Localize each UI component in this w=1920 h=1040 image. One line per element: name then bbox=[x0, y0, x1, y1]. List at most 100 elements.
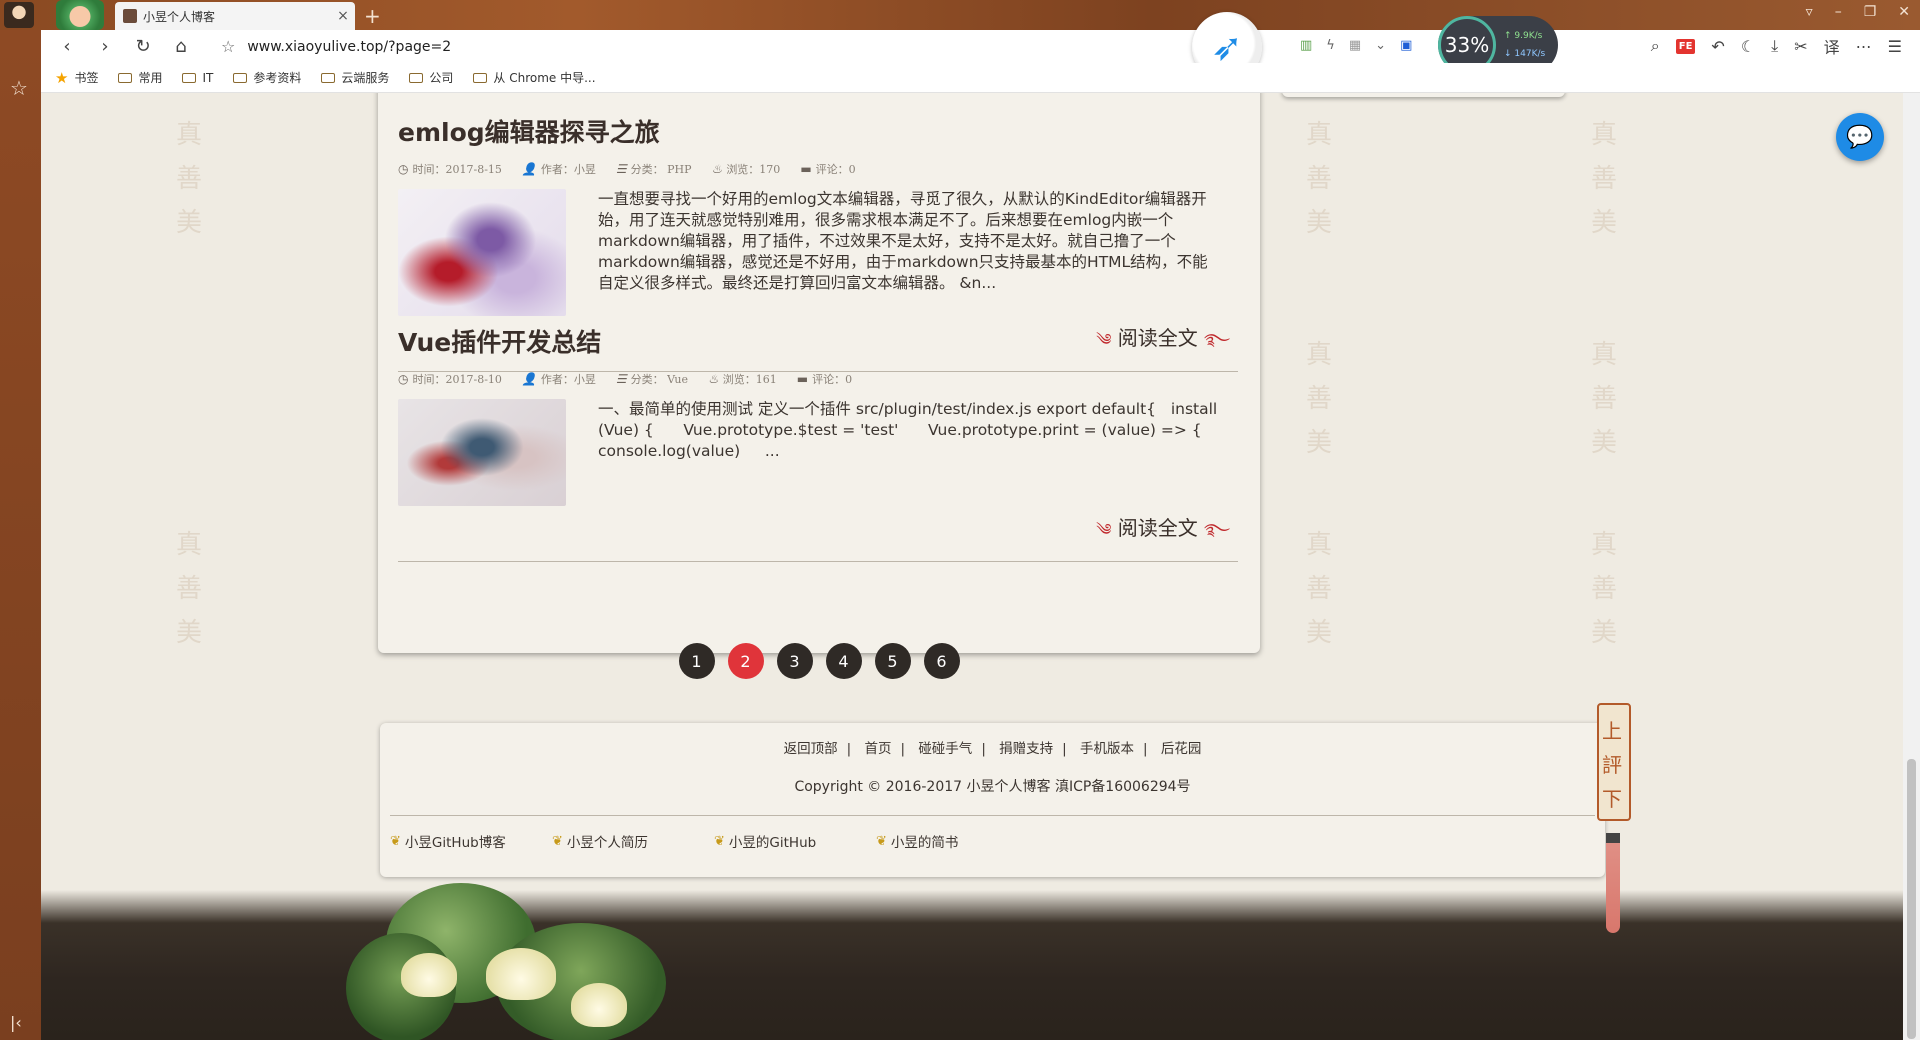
translate-icon[interactable]: 译 bbox=[1824, 34, 1840, 58]
download-icon[interactable]: ⤓ bbox=[1771, 36, 1778, 56]
ornament-left-icon: ༄ bbox=[1096, 520, 1112, 539]
bookmark-folder[interactable]: 参考资料 bbox=[233, 69, 301, 86]
grid-extension-icon[interactable]: ▦ bbox=[1349, 38, 1361, 53]
article-excerpt: 一、最简单的使用测试 定义一个插件 src/plugin/test/index.… bbox=[598, 400, 1251, 460]
friend-link[interactable]: ❦ 小昱的GitHub bbox=[714, 831, 838, 852]
bookmark-folder[interactable]: 从 Chrome 中导... bbox=[473, 69, 596, 86]
bookmark-folder[interactable]: 常用 bbox=[118, 69, 162, 86]
bookmark-star-icon[interactable]: ☆ bbox=[221, 37, 235, 56]
footer-divider bbox=[390, 815, 1595, 816]
meta-comments-text: 评论：0 bbox=[812, 373, 853, 386]
skin-avatar[interactable] bbox=[56, 0, 104, 30]
page-scrollbar[interactable] bbox=[1903, 93, 1920, 1040]
menu-icon[interactable]: ☰ bbox=[1888, 37, 1902, 56]
watermark-char: 善 bbox=[1591, 384, 1618, 414]
meta-comments: ▬ 评论：0 bbox=[797, 371, 852, 387]
folder-icon bbox=[233, 72, 248, 83]
page-button-6[interactable]: 6 bbox=[923, 643, 960, 679]
dropdown-icon[interactable]: ⌄ bbox=[1375, 38, 1386, 53]
friend-link[interactable]: ❦ 小昱的简书 bbox=[876, 831, 1000, 852]
reload-icon[interactable]: ↻ bbox=[133, 36, 153, 57]
meta-category-text[interactable]: 分类： PHP bbox=[631, 161, 692, 177]
folder-icon bbox=[321, 72, 336, 83]
meta-category: ☰ 分类： PHP bbox=[616, 161, 692, 177]
scrollbar-thumb[interactable] bbox=[1907, 759, 1916, 1039]
collapse-sidebar-icon[interactable]: |‹ bbox=[10, 1013, 22, 1032]
footer-links: 返回顶部 | 首页 | 碰碰手气 | 捐赠支持 | 手机版本 | 后花园 bbox=[380, 737, 1605, 757]
more-icon[interactable]: ⋯ bbox=[1856, 37, 1872, 56]
bookmark-folder[interactable]: 云端服务 bbox=[321, 69, 389, 86]
footer-link-mobile[interactable]: 手机版本 bbox=[1080, 741, 1134, 757]
footer-link-random[interactable]: 碰碰手气 bbox=[918, 741, 972, 757]
watermark-char: 真 bbox=[1306, 530, 1333, 560]
meta-author: 👤 作者：小昱 bbox=[522, 371, 596, 387]
night-mode-icon[interactable]: ☾ bbox=[1741, 37, 1755, 56]
undo-icon[interactable]: ↶ bbox=[1711, 37, 1724, 56]
meta-views: ♨ 浏览：170 bbox=[712, 161, 781, 177]
image-extension-icon[interactable]: ▣ bbox=[1400, 38, 1412, 53]
watermark-char: 善 bbox=[1306, 574, 1333, 604]
scroll-comment-button[interactable]: 評 bbox=[1595, 749, 1629, 778]
article-title[interactable]: emlog编辑器探寻之旅 bbox=[398, 113, 1238, 149]
window-controls: ▿ – ❐ ✕ bbox=[1806, 4, 1910, 20]
article-thumbnail[interactable] bbox=[398, 189, 566, 316]
browser-tab[interactable]: 小昱个人博客 × bbox=[115, 2, 355, 30]
friend-link-text: 小昱GitHub博客 bbox=[404, 835, 506, 851]
tab-close-button[interactable]: × bbox=[331, 8, 355, 24]
fe-extension-icon[interactable]: FE bbox=[1675, 38, 1696, 54]
watermark-column: 真善美 bbox=[1591, 113, 1617, 245]
article-title[interactable]: Vue插件开发总结 bbox=[398, 323, 1238, 359]
address-bar[interactable]: ☆ www.xiaoyulive.top/?page=2 bbox=[221, 37, 451, 56]
close-window-icon[interactable]: ✕ bbox=[1898, 4, 1910, 20]
skin-icon[interactable]: ▿ bbox=[1806, 4, 1813, 20]
watermark-char: 善 bbox=[176, 574, 203, 604]
friend-link-text: 小昱的简书 bbox=[890, 835, 959, 851]
page-button-1[interactable]: 1 bbox=[678, 643, 715, 679]
minimize-icon[interactable]: – bbox=[1835, 4, 1842, 20]
bookmark-root[interactable]: ★ 书签 bbox=[55, 69, 98, 87]
watermark-column: 真善美 bbox=[1591, 333, 1617, 465]
flash-extension-icon[interactable]: ϟ bbox=[1326, 38, 1335, 53]
home-icon[interactable]: ⌂ bbox=[171, 36, 191, 57]
address-text[interactable]: www.xiaoyulive.top/?page=2 bbox=[247, 39, 451, 55]
page-button-2-current[interactable]: 2 bbox=[727, 643, 764, 679]
chat-icon[interactable]: 💬 bbox=[1836, 113, 1884, 161]
meta-category-text[interactable]: 分类： Vue bbox=[631, 371, 688, 387]
bookmark-folder[interactable]: IT bbox=[182, 71, 213, 85]
footer-link-garden[interactable]: 后花园 bbox=[1161, 741, 1202, 757]
forward-icon[interactable]: › bbox=[95, 36, 115, 57]
scroll-up-button[interactable]: 上 bbox=[1595, 715, 1629, 744]
footer-link-back-to-top[interactable]: 返回顶部 bbox=[784, 741, 838, 757]
article-thumbnail[interactable] bbox=[398, 399, 566, 506]
meta-comments: ▬ 评论：0 bbox=[800, 161, 855, 177]
reader-extension-icon[interactable]: ▥ bbox=[1300, 38, 1312, 53]
bookmark-folder[interactable]: 公司 bbox=[409, 69, 453, 86]
screenshot-icon[interactable]: ✂ bbox=[1794, 37, 1807, 56]
bookmark-label: 书签 bbox=[74, 71, 99, 85]
search-icon[interactable]: ⌕ bbox=[1651, 36, 1660, 56]
bookmark-label: 从 Chrome 中导... bbox=[493, 71, 596, 85]
restore-icon[interactable]: ❐ bbox=[1864, 4, 1877, 20]
page-button-4[interactable]: 4 bbox=[825, 643, 862, 679]
footer-link-donate[interactable]: 捐赠支持 bbox=[999, 741, 1053, 757]
article-body: 一、最简单的使用测试 定义一个插件 src/plugin/test/index.… bbox=[398, 399, 1238, 506]
user-avatar[interactable] bbox=[4, 2, 34, 28]
back-icon[interactable]: ‹ bbox=[57, 36, 77, 57]
watermark-char: 美 bbox=[1306, 428, 1333, 458]
watermark-char: 美 bbox=[1591, 208, 1618, 238]
footer-link-home[interactable]: 首页 bbox=[864, 741, 891, 757]
page-button-3[interactable]: 3 bbox=[776, 643, 813, 679]
scroll-down-button[interactable]: 下 bbox=[1595, 783, 1629, 812]
tab-bar: 小昱个人博客 × + ▿ – ❐ ✕ bbox=[0, 0, 1920, 30]
scroll-up-down-widget: 上 評 下 bbox=[1595, 693, 1633, 933]
friend-link-text: 小昱个人简历 bbox=[566, 835, 648, 851]
friend-link[interactable]: ❦ 小昱个人简历 bbox=[552, 831, 676, 852]
page-button-5[interactable]: 5 bbox=[874, 643, 911, 679]
new-tab-button[interactable]: + bbox=[364, 4, 381, 28]
fire-icon: ♨ bbox=[711, 162, 723, 176]
favorites-star-icon[interactable]: ☆ bbox=[10, 76, 28, 100]
friend-link[interactable]: ❦ 小昱GitHub博客 bbox=[390, 831, 514, 852]
bookmark-label: 公司 bbox=[429, 71, 454, 85]
friend-link-text: 小昱的GitHub bbox=[728, 835, 817, 851]
read-more-link[interactable]: ༄ 阅读全文 ࿐ bbox=[398, 512, 1238, 557]
